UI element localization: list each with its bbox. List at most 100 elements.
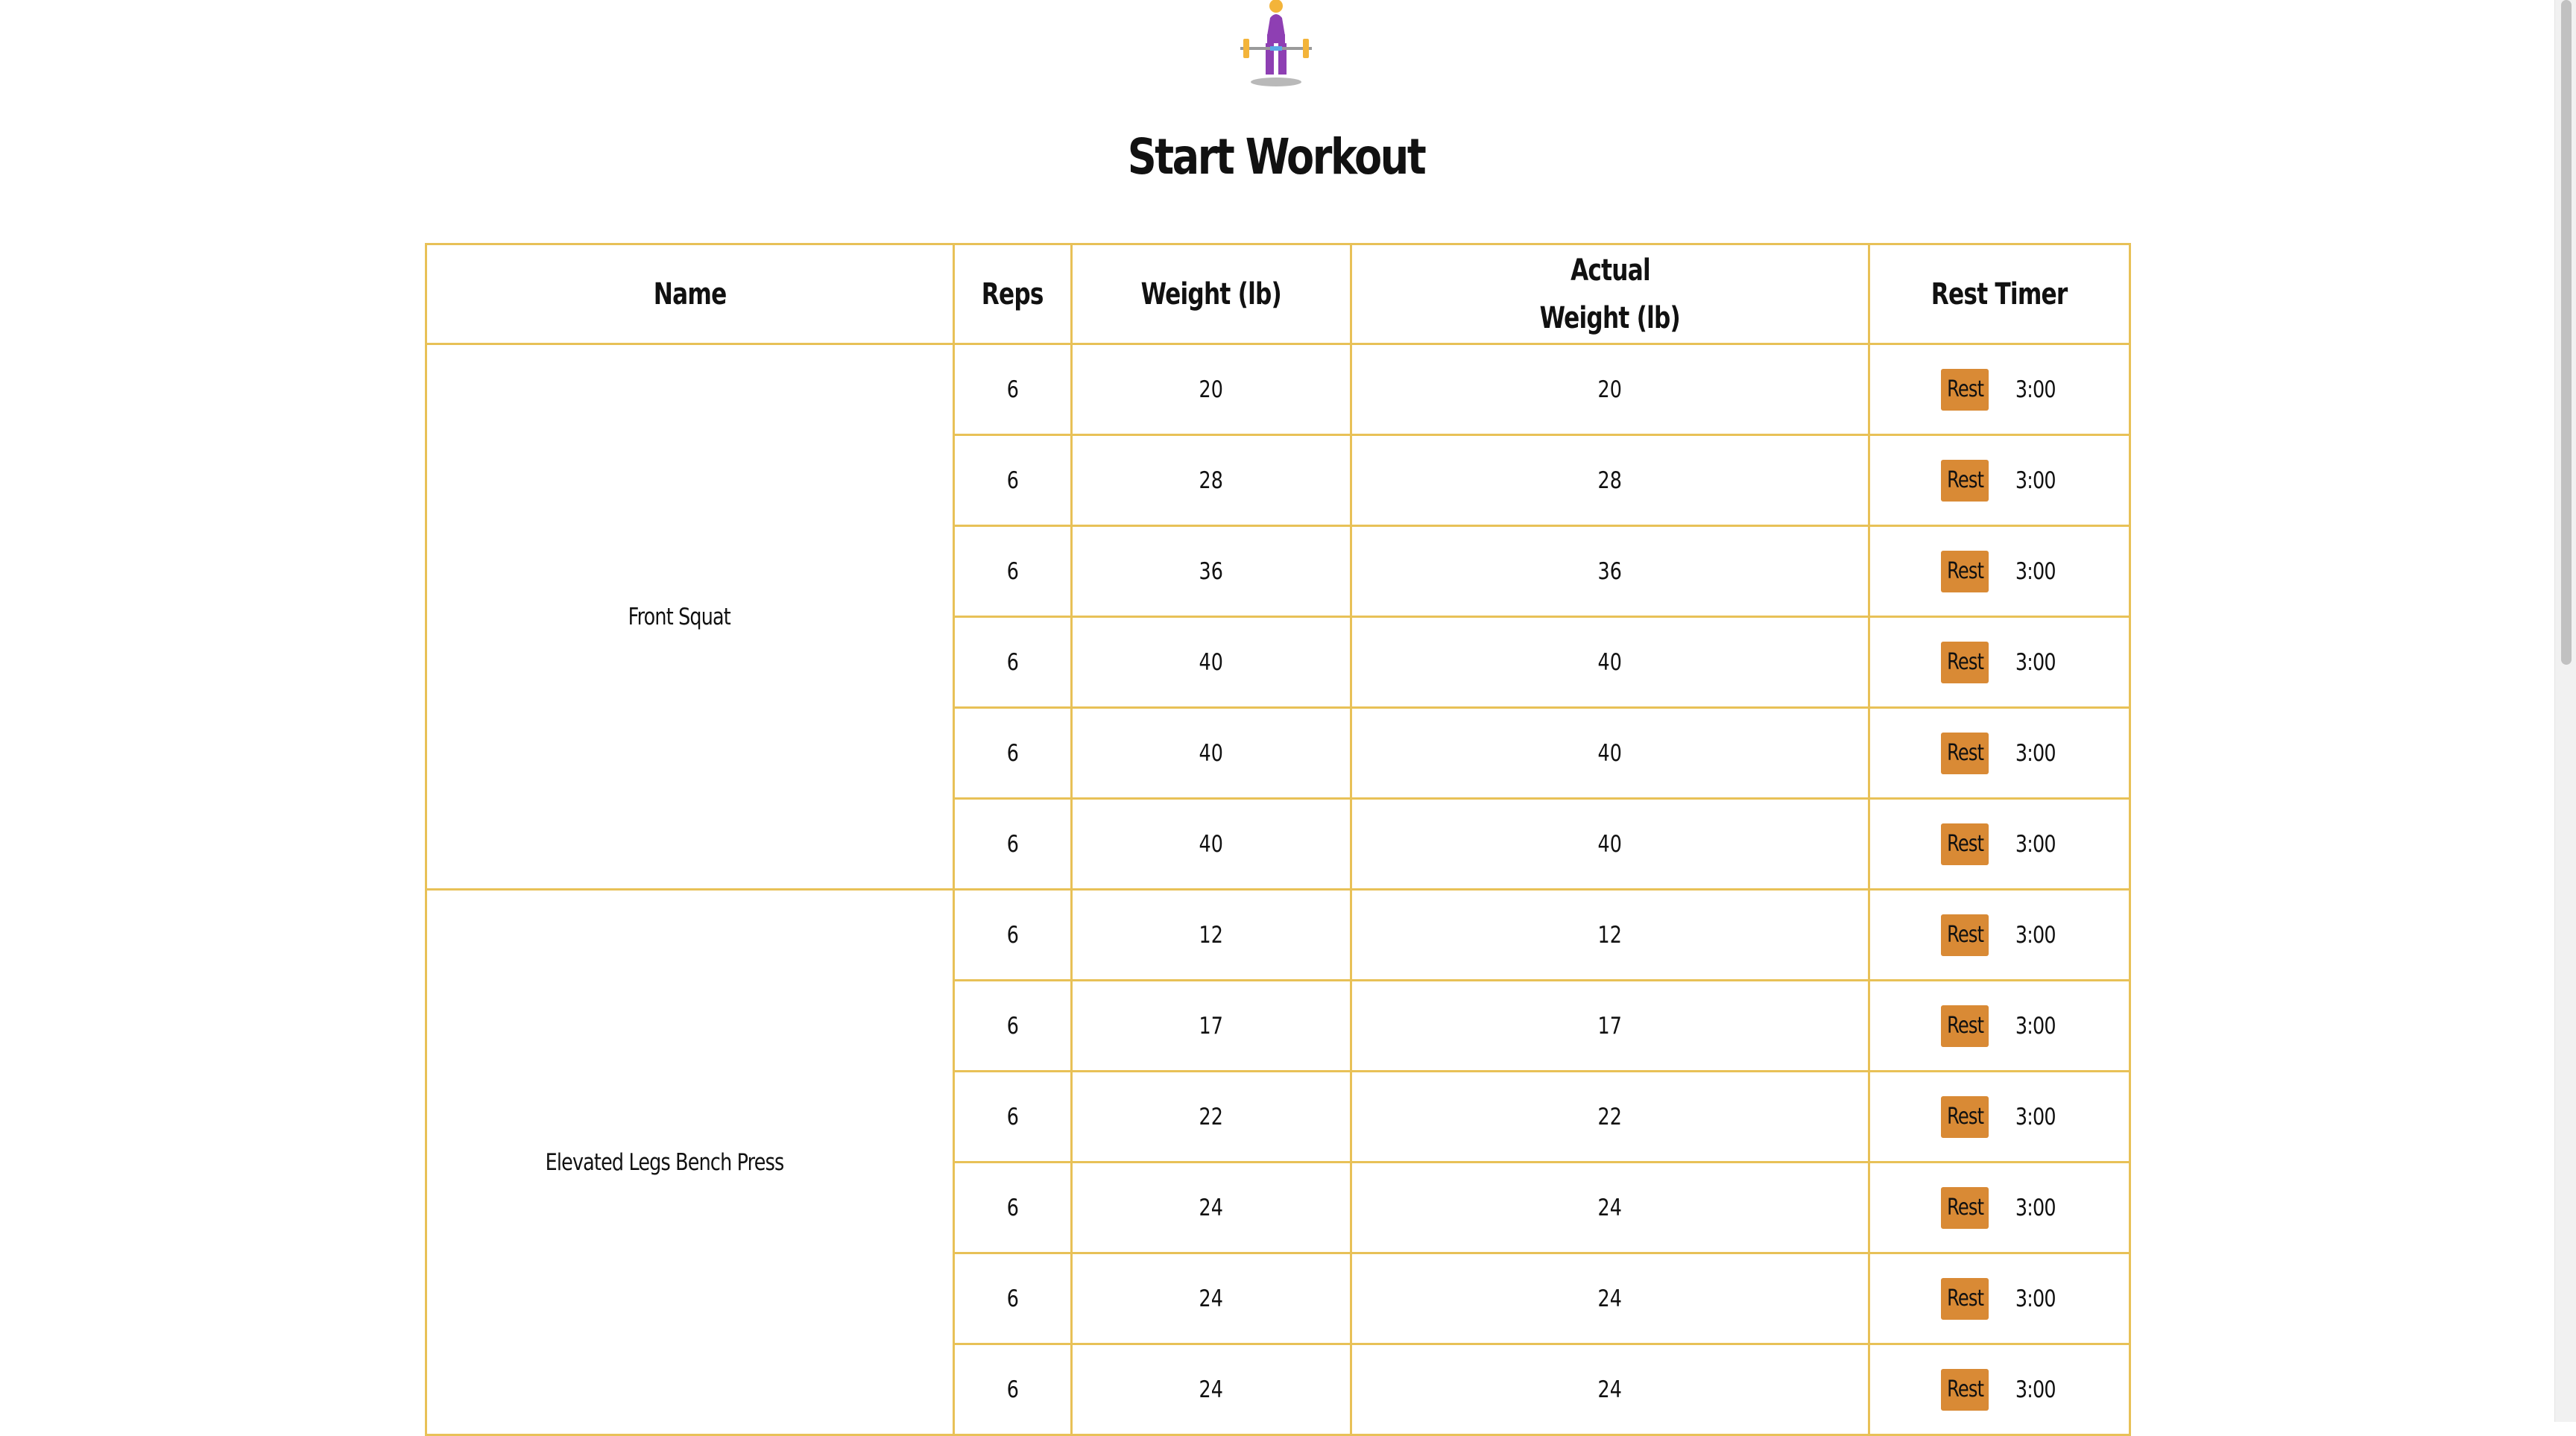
actual-weight-cell-value: 40 xyxy=(1597,830,1623,858)
rest-button[interactable]: Rest xyxy=(1941,1368,1989,1411)
rest-timer-cell: Rest 3:00 xyxy=(1870,527,2131,618)
rest-button[interactable]: Rest xyxy=(1941,1186,1989,1229)
rest-timer-value: 3:00 xyxy=(2011,1104,2060,1130)
reps-cell-value: 6 xyxy=(1006,1103,1019,1130)
weight-cell-value: 12 xyxy=(1199,921,1224,949)
timer-text: 3:00 xyxy=(2015,921,2056,949)
actual-weight-cell-value: 36 xyxy=(1597,557,1623,585)
rest-timer-value: 3:00 xyxy=(2011,831,2060,858)
reps-cell-value: 6 xyxy=(1006,830,1019,858)
reps-cell: 6 xyxy=(955,800,1073,891)
reps-cell: 6 xyxy=(955,1072,1073,1163)
reps-cell-value: 6 xyxy=(1006,466,1019,494)
header-actual-weight: Actual Weight (lb) xyxy=(1352,245,1870,345)
actual-weight-cell[interactable]: 40 xyxy=(1352,709,1870,800)
exercise-name-cell: Elevated Legs Bench Press xyxy=(427,891,955,1436)
rest-timer-cell: Rest 3:00 xyxy=(1870,1072,2131,1163)
reps-cell: 6 xyxy=(955,436,1073,527)
rest-timer-cell: Rest 3:00 xyxy=(1870,1163,2131,1254)
actual-weight-cell[interactable]: 22 xyxy=(1352,1072,1870,1163)
weightlifter-icon xyxy=(1240,0,1312,86)
reps-cell: 6 xyxy=(955,527,1073,618)
rest-button-label: Rest xyxy=(1946,1194,1984,1221)
header-weight: Weight (lb) xyxy=(1073,245,1352,345)
timer-text: 3:00 xyxy=(2015,466,2056,494)
exercise-name: Elevated Legs Bench Press xyxy=(545,1148,784,1176)
weight-cell-value: 28 xyxy=(1199,466,1224,494)
actual-weight-cell-value: 40 xyxy=(1597,739,1623,767)
rest-button-label: Rest xyxy=(1946,739,1984,766)
reps-cell: 6 xyxy=(955,891,1073,981)
rest-timer-value: 3:00 xyxy=(2011,376,2060,403)
reps-cell-value: 6 xyxy=(1006,1194,1019,1221)
weight-cell: 12 xyxy=(1073,891,1352,981)
actual-weight-cell-value: 20 xyxy=(1597,376,1623,403)
reps-cell-value: 6 xyxy=(1006,1012,1019,1040)
exercise-name-cell: Front Squat xyxy=(427,345,955,891)
actual-weight-cell[interactable]: 24 xyxy=(1352,1345,1870,1436)
timer-text: 3:00 xyxy=(2015,830,2056,858)
actual-weight-cell-value: 24 xyxy=(1597,1285,1623,1312)
actual-weight-cell[interactable]: 36 xyxy=(1352,527,1870,618)
weight-cell-value: 20 xyxy=(1199,376,1224,403)
actual-weight-cell[interactable]: 17 xyxy=(1352,981,1870,1072)
reps-cell-value: 6 xyxy=(1006,557,1019,585)
weight-cell-value: 40 xyxy=(1199,830,1224,858)
rest-timer-cell: Rest 3:00 xyxy=(1870,618,2131,709)
rest-button[interactable]: Rest xyxy=(1941,823,1989,865)
rest-button[interactable]: Rest xyxy=(1941,550,1989,592)
actual-weight-cell-value: 28 xyxy=(1597,466,1623,494)
actual-weight-cell[interactable]: 20 xyxy=(1352,345,1870,436)
actual-weight-cell-value: 22 xyxy=(1597,1103,1623,1130)
rest-button[interactable]: Rest xyxy=(1941,1277,1989,1320)
actual-weight-cell-value: 40 xyxy=(1597,648,1623,676)
rest-button[interactable]: Rest xyxy=(1941,1095,1989,1138)
reps-cell-value: 6 xyxy=(1006,1285,1019,1312)
reps-cell-value: 6 xyxy=(1006,921,1019,949)
timer-text: 3:00 xyxy=(2015,1012,2056,1040)
vertical-scrollbar[interactable] xyxy=(2554,0,2576,1422)
rest-button[interactable]: Rest xyxy=(1941,459,1989,502)
rest-button-label: Rest xyxy=(1946,466,1984,493)
weight-cell: 36 xyxy=(1073,527,1352,618)
actual-weight-cell-value: 24 xyxy=(1597,1194,1623,1221)
actual-weight-cell[interactable]: 40 xyxy=(1352,800,1870,891)
actual-weight-cell-value: 12 xyxy=(1597,921,1623,949)
rest-timer-cell: Rest 3:00 xyxy=(1870,436,2131,527)
rest-button[interactable]: Rest xyxy=(1941,641,1989,683)
rest-timer-value: 3:00 xyxy=(2011,922,2060,949)
timer-text: 3:00 xyxy=(2015,1194,2056,1221)
header-rest-timer: Rest Timer xyxy=(1870,245,2131,345)
actual-weight-cell[interactable]: 24 xyxy=(1352,1254,1870,1345)
timer-text: 3:00 xyxy=(2015,1103,2056,1130)
reps-cell: 6 xyxy=(955,618,1073,709)
scrollbar-thumb[interactable] xyxy=(2561,0,2572,665)
weight-cell-value: 24 xyxy=(1199,1194,1224,1221)
exercise-name: Front Squat xyxy=(628,603,730,630)
weight-cell: 22 xyxy=(1073,1072,1352,1163)
weight-cell: 17 xyxy=(1073,981,1352,1072)
workout-table: Name Reps Weight (lb) Actual Weight (lb)… xyxy=(425,243,2131,1436)
header-name: Name xyxy=(427,245,955,345)
workout-table-container: Name Reps Weight (lb) Actual Weight (lb)… xyxy=(425,243,2131,1436)
reps-cell-value: 6 xyxy=(1006,376,1019,403)
actual-weight-cell[interactable]: 28 xyxy=(1352,436,1870,527)
rest-timer-value: 3:00 xyxy=(2011,467,2060,494)
actual-weight-cell[interactable]: 12 xyxy=(1352,891,1870,981)
actual-weight-cell[interactable]: 24 xyxy=(1352,1163,1870,1254)
actual-weight-cell[interactable]: 40 xyxy=(1352,618,1870,709)
weight-cell-value: 40 xyxy=(1199,739,1224,767)
rest-button-label: Rest xyxy=(1946,1376,1984,1402)
table-row: Front Squat 6 20 20 Rest 3:00 xyxy=(427,345,2131,891)
rest-timer-cell: Rest 3:00 xyxy=(1870,345,2131,436)
rest-button[interactable]: Rest xyxy=(1941,1005,1989,1047)
rest-button[interactable]: Rest xyxy=(1941,368,1989,411)
rest-button[interactable]: Rest xyxy=(1941,914,1989,956)
timer-text: 3:00 xyxy=(2015,376,2056,403)
rest-timer-cell: Rest 3:00 xyxy=(1870,1345,2131,1436)
rest-button-label: Rest xyxy=(1946,376,1984,402)
rest-button-label: Rest xyxy=(1946,921,1984,948)
timer-text: 3:00 xyxy=(2015,1285,2056,1312)
rest-button[interactable]: Rest xyxy=(1941,732,1989,774)
weight-cell: 24 xyxy=(1073,1163,1352,1254)
